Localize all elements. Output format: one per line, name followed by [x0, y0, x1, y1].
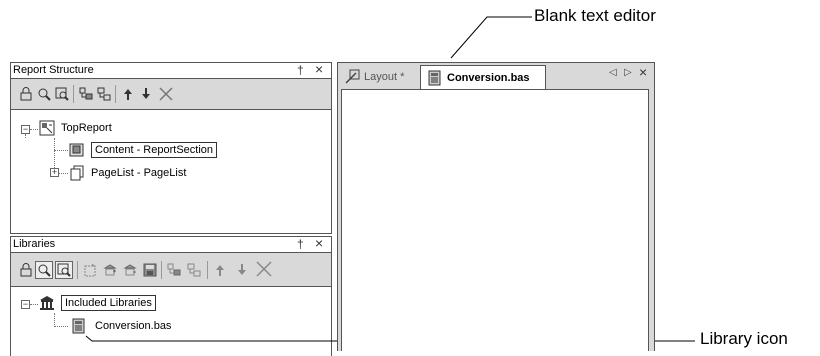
- tree-node-label: PageList - PageList: [91, 167, 187, 179]
- section-icon: [69, 142, 85, 158]
- library-building-icon: [39, 295, 55, 311]
- move-out-icon[interactable]: [77, 85, 95, 103]
- new-library-icon[interactable]: [81, 261, 99, 279]
- tree-node-label: TopReport: [61, 122, 112, 134]
- tree-line: [30, 304, 38, 305]
- tree-line: [25, 134, 26, 138]
- tab-conversion-bas[interactable]: Conversion.bas: [420, 65, 546, 89]
- move-down-icon[interactable]: [233, 261, 251, 279]
- close-icon[interactable]: ×: [639, 64, 647, 80]
- move-in-icon[interactable]: [95, 85, 113, 103]
- report-icon: [39, 120, 55, 136]
- report-structure-toolbar: [10, 79, 332, 109]
- move-out-icon[interactable]: [165, 261, 183, 279]
- move-up-icon[interactable]: [211, 261, 229, 279]
- toolbar-separator: [77, 261, 78, 279]
- tree-line: [30, 129, 38, 130]
- close-icon[interactable]: ×: [315, 61, 323, 77]
- libraries-toolbar: [10, 253, 332, 286]
- tree-line: [54, 326, 68, 327]
- text-editor-area[interactable]: [341, 89, 649, 351]
- lock-icon[interactable]: [17, 261, 35, 279]
- pagelist-icon: [69, 165, 85, 181]
- layout-icon: [344, 69, 360, 85]
- blank-text-editor-callout: Blank text editor: [534, 6, 656, 25]
- tree-node-label: Content - ReportSection: [91, 142, 218, 158]
- tree-node-pagelist[interactable]: PageList - PageList: [69, 165, 186, 181]
- save-icon[interactable]: [141, 261, 159, 279]
- libraries-title: Libraries: [13, 238, 56, 250]
- editor-frame: [337, 89, 655, 351]
- expand-toggle[interactable]: +: [50, 168, 59, 177]
- editor-callout-line: [450, 16, 532, 59]
- tree-node-label: Included Libraries: [61, 295, 156, 311]
- tree-node-content[interactable]: Content - ReportSection: [69, 142, 218, 158]
- tab-label: Layout *: [364, 71, 405, 83]
- tree-node-topreport[interactable]: TopReport: [39, 120, 112, 136]
- toolbar-separator: [73, 85, 74, 103]
- toolbar-separator: [161, 261, 162, 279]
- move-down-icon[interactable]: [137, 85, 155, 103]
- zoom-icon[interactable]: [35, 85, 53, 103]
- move-up-icon[interactable]: [119, 85, 137, 103]
- scroll-left-icon[interactable]: ◁: [609, 67, 617, 78]
- zoom-select-icon[interactable]: [53, 85, 71, 103]
- tab-label: Conversion.bas: [447, 71, 530, 84]
- report-structure-titlebar: Report Structure † ×: [10, 61, 332, 79]
- tree-node-included-libraries[interactable]: Included Libraries: [39, 295, 156, 311]
- tree-line: [54, 150, 68, 151]
- remove-library-icon[interactable]: [121, 261, 139, 279]
- close-icon[interactable]: ×: [315, 235, 323, 251]
- report-structure-title: Report Structure: [13, 64, 94, 76]
- tree-line: [59, 173, 68, 174]
- collapse-toggle[interactable]: −: [21, 300, 30, 309]
- scroll-right-icon[interactable]: ▷: [624, 67, 632, 78]
- tab-layout[interactable]: Layout *: [344, 65, 404, 89]
- tree-line: [54, 313, 55, 327]
- add-library-icon[interactable]: [101, 261, 119, 279]
- libraries-titlebar: Libraries † ×: [10, 235, 332, 253]
- pin-icon[interactable]: †: [297, 63, 304, 77]
- move-in-icon[interactable]: [185, 261, 203, 279]
- delete-icon[interactable]: [255, 260, 273, 278]
- lock-icon[interactable]: [17, 85, 35, 103]
- zoom-select-icon[interactable]: [55, 261, 73, 279]
- library-icon-callout: Library icon: [700, 329, 788, 348]
- zoom-icon[interactable]: [35, 261, 53, 279]
- toolbar-separator: [115, 85, 116, 103]
- report-structure-tree: − TopReport Content - ReportSection + Pa…: [10, 109, 332, 234]
- toolbar-separator: [207, 261, 208, 279]
- pin-icon[interactable]: †: [297, 237, 304, 251]
- delete-icon[interactable]: [157, 85, 175, 103]
- editor-tab-strip: Layout * Conversion.bas ◁ ▷ ×: [337, 62, 655, 89]
- collapse-toggle[interactable]: −: [21, 125, 30, 134]
- library-file-icon: [427, 70, 443, 86]
